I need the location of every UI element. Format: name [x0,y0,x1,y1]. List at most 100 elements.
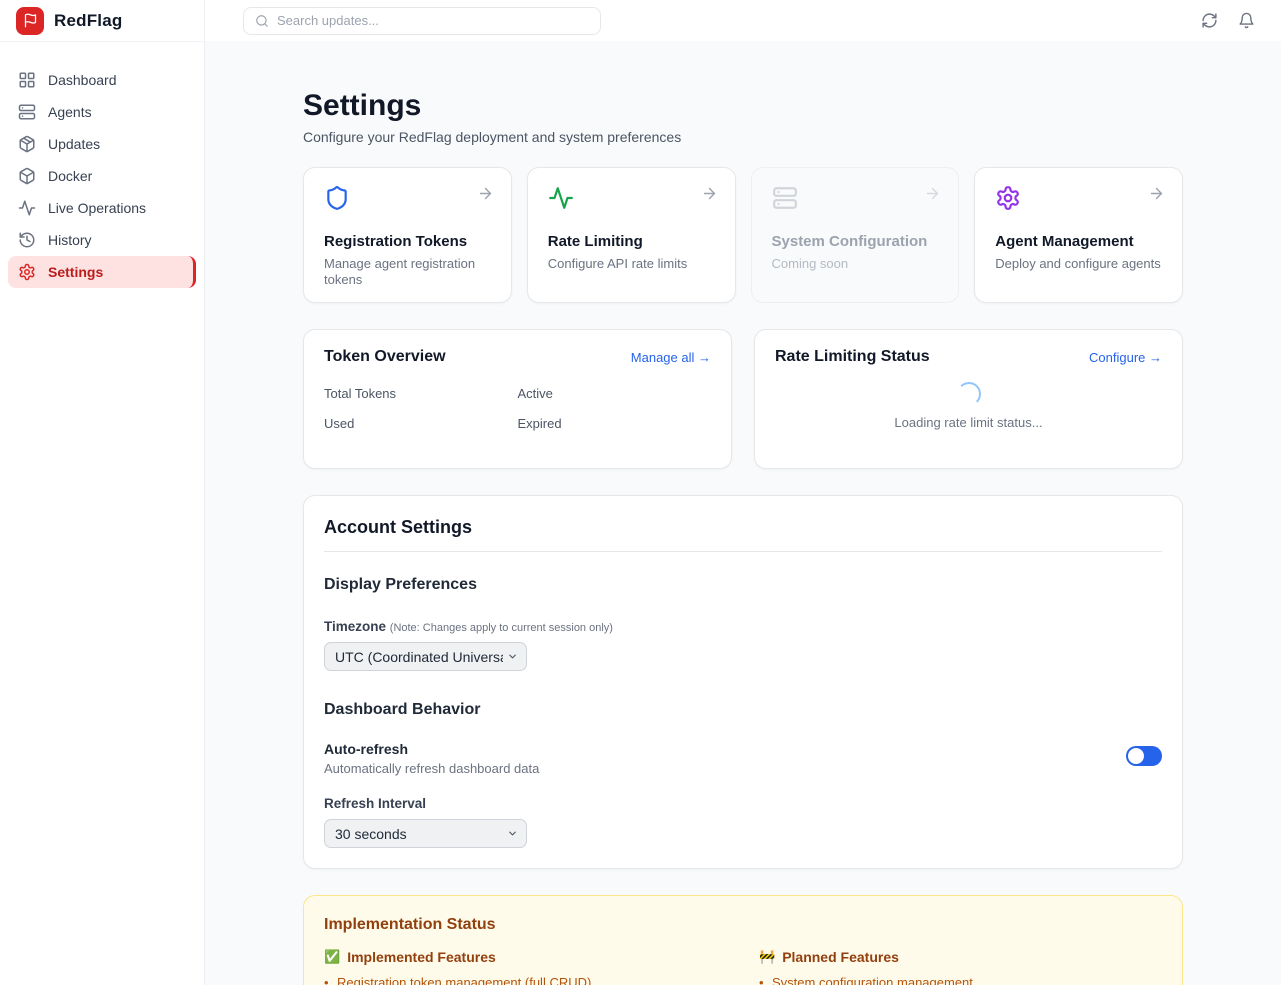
arrow-right-icon [1148,185,1165,202]
search-icon [255,14,269,28]
sidebar-item-docker[interactable]: Docker [8,160,196,192]
card-title: Registration Tokens [324,233,491,250]
check-mark-icon: ✅ [324,949,340,965]
sidebar-item-agents[interactable]: Agents [8,96,196,128]
card-agent-management[interactable]: Agent Management Deploy and configure ag… [974,167,1183,303]
token-stats: Total Tokens Active Used Expired [324,386,711,431]
sidebar-item-label: Agents [48,104,92,120]
app-window: RedFlag Dashboard Agents Updates [0,0,1281,985]
timezone-label: Timezone (Note: Changes apply to current… [324,619,1162,634]
sidebar-nav: Dashboard Agents Updates Docker [0,42,204,288]
rate-status-title: Rate Limiting Status [775,348,930,366]
stat-active: Active [518,386,712,401]
sidebar-item-live-operations[interactable]: Live Operations [8,192,196,224]
refresh-icon[interactable] [1201,12,1218,29]
arrow-right-icon [701,185,718,202]
chevron-down-icon [507,651,518,662]
sidebar-item-history[interactable]: History [8,224,196,256]
divider [324,551,1162,552]
timezone-label-text: Timezone [324,619,386,634]
sidebar-item-label: History [48,232,92,248]
sidebar-item-label: Live Operations [48,200,146,216]
loading-text: Loading rate limit status... [894,415,1042,430]
activity-icon [18,199,36,217]
stat-total-tokens: Total Tokens [324,386,518,401]
history-clock-icon [18,231,36,249]
timezone-select[interactable]: UTC (Coordinated Universal Time) [324,642,527,671]
quick-cards: Registration Tokens Manage agent registr… [303,167,1183,303]
shield-icon [324,185,350,211]
list-item: Registration token management (full CRUD… [324,975,727,985]
refresh-interval-value: 30 seconds [335,826,407,842]
server-icon [18,103,36,121]
refresh-interval-select[interactable]: 30 seconds [324,819,527,848]
toggle-knob [1128,748,1144,764]
topbar-actions [1201,12,1255,29]
rate-limiting-status-panel: Rate Limiting Status Configure → Loading… [754,329,1183,469]
implementation-status-panel: Implementation Status ✅ Implemented Feat… [303,895,1183,985]
token-overview-title: Token Overview [324,348,446,366]
card-rate-limiting[interactable]: Rate Limiting Configure API rate limits [527,167,736,303]
gear-icon [995,185,1021,211]
sidebar-item-label: Docker [48,168,92,184]
search-input[interactable] [277,13,589,28]
brand-logo: RedFlag [0,0,204,42]
page-subtitle: Configure your RedFlag deployment and sy… [303,128,1183,146]
planned-features-heading: Planned Features [782,949,899,965]
card-description: Deploy and configure agents [995,256,1162,272]
content-area[interactable]: Settings Configure your RedFlag deployme… [205,41,1281,985]
dashboard-grid-icon [18,71,36,89]
implemented-features-heading: Implemented Features [347,949,496,965]
card-title: Agent Management [995,233,1162,250]
sidebar-item-settings[interactable]: Settings [8,256,196,288]
auto-refresh-description: Automatically refresh dashboard data [324,761,539,776]
configure-link[interactable]: Configure → [1089,350,1162,365]
sidebar-item-dashboard[interactable]: Dashboard [8,64,196,96]
implemented-features-column: ✅ Implemented Features Registration toke… [324,949,727,985]
sidebar: RedFlag Dashboard Agents Updates [0,0,205,985]
auto-refresh-text: Auto-refresh Automatically refresh dashb… [324,741,539,776]
card-description: Manage agent registration tokens [324,256,491,288]
construction-icon: 🚧 [759,949,775,965]
sidebar-item-label: Settings [48,264,103,280]
sidebar-item-updates[interactable]: Updates [8,128,196,160]
account-settings-panel: Account Settings Display Preferences Tim… [303,495,1183,869]
activity-icon [548,185,574,211]
planned-features-list: System configuration management Integrat… [759,975,1162,985]
topbar [205,0,1281,41]
overview-panels: Token Overview Manage all → Total Tokens… [303,329,1183,469]
sidebar-item-label: Dashboard [48,72,117,88]
dashboard-behavior-heading: Dashboard Behavior [324,701,1162,719]
auto-refresh-label: Auto-refresh [324,741,539,757]
arrow-right-icon [477,185,494,202]
stat-used: Used [324,416,518,431]
manage-all-link[interactable]: Manage all → [631,350,711,365]
server-icon [772,185,798,211]
implementation-status-title: Implementation Status [324,916,1162,934]
stat-expired: Expired [518,416,712,431]
arrow-right-icon [924,185,941,202]
timezone-select-value: UTC (Coordinated Universal Time) [335,649,503,665]
card-title: System Configuration [772,233,939,250]
card-description: Coming soon [772,256,939,272]
bell-icon[interactable] [1238,12,1255,29]
card-description: Configure API rate limits [548,256,715,272]
planned-features-column: 🚧 Planned Features System configuration … [759,949,1162,985]
list-item: System configuration management [759,975,1162,985]
account-settings-title: Account Settings [324,517,1162,538]
auto-refresh-toggle[interactable] [1126,746,1162,766]
box-icon [18,167,36,185]
search-box[interactable] [243,7,601,35]
refresh-interval-label: Refresh Interval [324,796,1162,811]
package-icon [18,135,36,153]
card-title: Rate Limiting [548,233,715,250]
display-preferences-heading: Display Preferences [324,576,1162,594]
token-overview-panel: Token Overview Manage all → Total Tokens… [303,329,732,469]
implemented-features-list: Registration token management (full CRUD… [324,975,727,985]
page-title: Settings [303,89,1183,122]
card-registration-tokens[interactable]: Registration Tokens Manage agent registr… [303,167,512,303]
card-system-configuration: System Configuration Coming soon [751,167,960,303]
chevron-down-icon [507,828,518,839]
sidebar-item-label: Updates [48,136,100,152]
redflag-logo-icon [16,7,44,35]
